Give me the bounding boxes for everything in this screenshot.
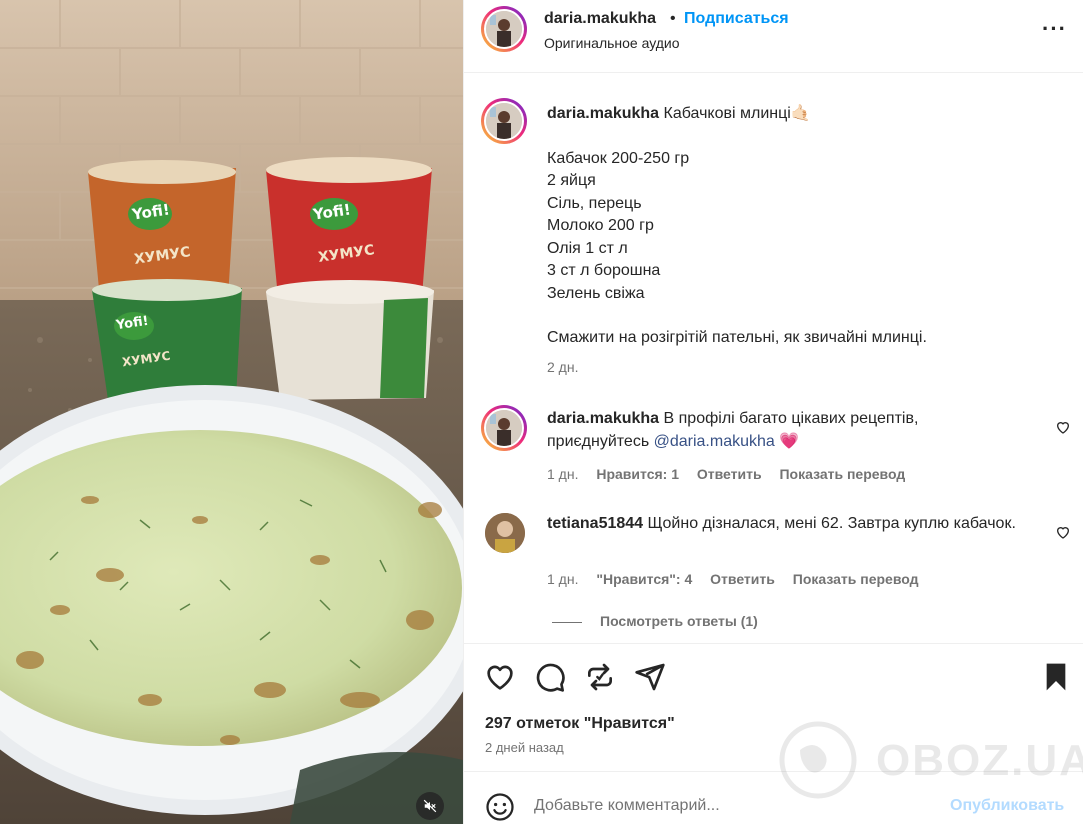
comment-input[interactable] [534, 794, 914, 818]
avatar-photo [486, 11, 522, 47]
post-actions: 297 отметок "Нравится" 2 дней назад [464, 643, 1083, 771]
caption-instruction: Смажити на розігрітій пательні, як звича… [547, 329, 927, 346]
repost-icon[interactable] [584, 661, 616, 693]
ingredient-line: Олія 1 ст л [547, 239, 628, 257]
comment-time[interactable]: 1 дн. [547, 571, 578, 587]
heart-icon[interactable] [484, 661, 516, 693]
more-horizontal-icon: ··· [1042, 16, 1067, 41]
reply-button[interactable]: Ответить [710, 571, 775, 587]
comment-text: Щойно дізналася, мені 62. Завтра куплю к… [647, 515, 1016, 532]
avatar-photo [485, 513, 525, 553]
caption-time[interactable]: 2 дн. [547, 356, 1047, 379]
avatar-photo [486, 103, 522, 139]
post-media[interactable]: Yofi! Yofi! Yofi! ХУМУС ХУМУС ХУМУС [0, 0, 463, 824]
bookmark-icon[interactable] [1040, 661, 1072, 693]
hummus-tub-white [266, 280, 434, 400]
comment: daria.makukha В профілі багато цікавих р… [547, 408, 1017, 453]
caption-author-avatar[interactable] [481, 98, 527, 144]
comment-likes[interactable]: "Нравится": 4 [596, 571, 692, 587]
comment-username[interactable]: daria.makukha [547, 410, 659, 427]
heart-emoji: 💗 [779, 432, 800, 450]
ingredient-line: Кабачок 200-250 гр [547, 149, 690, 167]
ingredient-line: 3 ст л борошна [547, 262, 661, 279]
comment-meta: 1 дн. "Нравится": 4 Ответить Показать пе… [547, 571, 933, 587]
translate-button[interactable]: Показать перевод [779, 466, 905, 482]
muted-speaker-icon [423, 799, 437, 813]
ingredient-line: Сіль, перець [547, 194, 642, 212]
add-comment-bar: Опубликовать [464, 771, 1083, 824]
ingredient-line: 2 яйця [547, 172, 596, 189]
comment-icon[interactable] [534, 661, 566, 693]
commenter-avatar[interactable] [481, 405, 527, 451]
post-header: daria.makukha • Подписаться Оригинальное… [464, 0, 1083, 73]
comment: tetiana51844 Щойно дізналася, мені 62. З… [547, 513, 1017, 536]
translate-button[interactable]: Показать перевод [793, 571, 919, 587]
audio-link[interactable]: Оригинальное аудио [544, 35, 680, 51]
avatar-photo [486, 410, 522, 446]
posted-ago[interactable]: 2 дней назад [485, 740, 564, 755]
comment-like-heart-icon[interactable] [1055, 419, 1071, 435]
comment-meta: 1 дн. Нравится: 1 Ответить Показать пере… [547, 466, 919, 482]
caption-title: Кабачкові млинці🤙🏻 [663, 105, 811, 122]
hummus-tub-green [92, 279, 242, 400]
smiley-icon[interactable] [485, 792, 515, 822]
view-replies-label: Посмотреть ответы (1) [600, 613, 758, 629]
caption: daria.makukha Кабачкові млинці🤙🏻 Кабачок… [547, 103, 1047, 378]
post-side-panel: daria.makukha • Подписаться Оригинальное… [463, 0, 1083, 824]
view-replies-button[interactable]: Посмотреть ответы (1) [552, 613, 758, 629]
ingredient-line: Молоко 200 гр [547, 217, 654, 234]
likes-count[interactable]: 297 отметок "Нравится" [485, 715, 675, 733]
comment-like-heart-icon[interactable] [1055, 524, 1071, 540]
replies-divider [552, 621, 582, 623]
comment-mention[interactable]: @daria.makukha [654, 433, 775, 450]
comment-username[interactable]: tetiana51844 [547, 515, 643, 532]
send-icon[interactable] [634, 661, 666, 693]
author-username[interactable]: daria.makukha [544, 10, 656, 28]
follow-button[interactable]: Подписаться [684, 10, 789, 28]
mute-button[interactable] [416, 792, 444, 820]
pancake-photo [0, 0, 463, 824]
commenter-avatar[interactable] [485, 513, 525, 553]
reply-button[interactable]: Ответить [697, 466, 762, 482]
more-options-button[interactable]: ··· [1042, 16, 1067, 42]
ingredient-line: Зелень свіжа [547, 284, 645, 302]
publish-button[interactable]: Опубликовать [950, 797, 1064, 815]
comment-time[interactable]: 1 дн. [547, 466, 578, 482]
separator-dot: • [670, 10, 676, 27]
author-avatar[interactable] [481, 6, 527, 52]
caption-username[interactable]: daria.makukha [547, 105, 659, 122]
comment-likes[interactable]: Нравится: 1 [596, 466, 679, 482]
